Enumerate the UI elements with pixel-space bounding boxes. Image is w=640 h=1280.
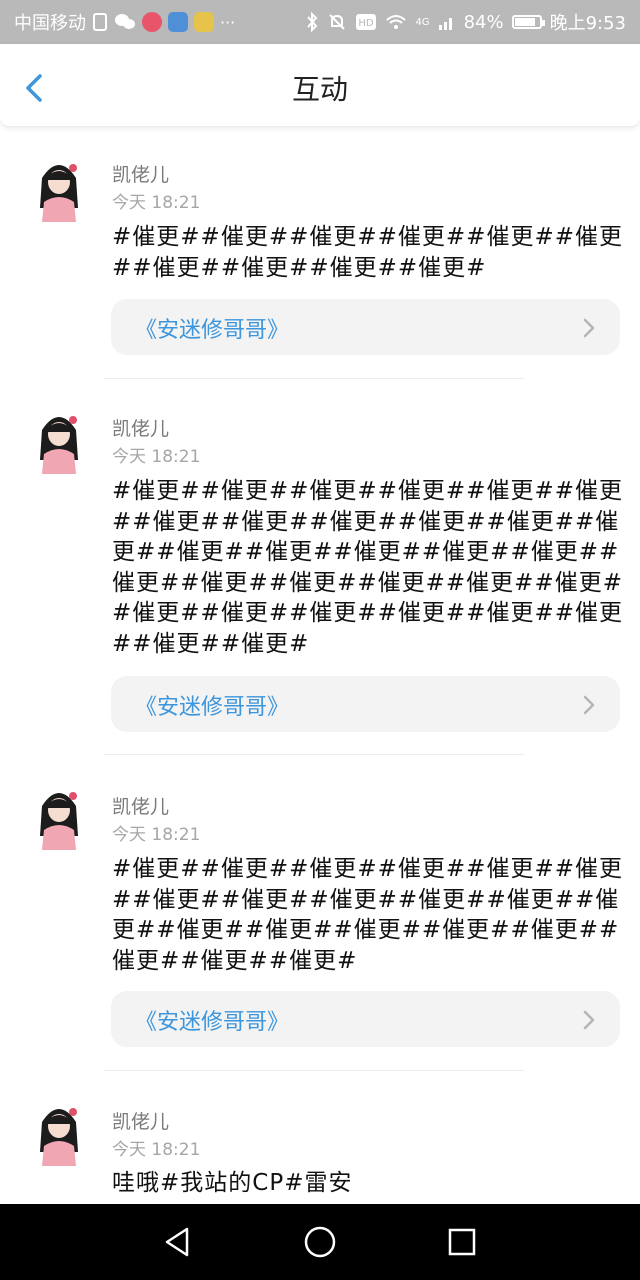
chevron-right-icon [583, 318, 595, 338]
divider [104, 754, 524, 755]
post-timestamp: 今天 18:21 [112, 1140, 201, 1160]
post-username[interactable]: 凯佬儿 [112, 792, 169, 819]
hd-icon: HD [356, 14, 377, 30]
svg-text:HD: HD [359, 18, 375, 29]
sim-icon [93, 13, 107, 31]
mute-icon [329, 14, 346, 30]
app-header: 互动 [0, 44, 640, 126]
signal-icon [438, 18, 452, 30]
battery-percent: 84% [463, 11, 504, 33]
back-triangle-icon[interactable] [160, 1224, 196, 1260]
post-timestamp: 今天 18:21 [112, 825, 201, 845]
divider [104, 1070, 524, 1071]
bluetooth-icon [307, 12, 318, 32]
wifi-icon [386, 15, 407, 29]
app-yellow-icon [194, 12, 214, 32]
more-dots-icon: ··· [220, 12, 236, 32]
book-link-card[interactable]: 《安迷修哥哥》 [111, 991, 620, 1047]
carrier-label: 中国移动 [14, 13, 86, 34]
system-nav-bar [0, 1204, 640, 1280]
post-timestamp: 今天 18:21 [112, 447, 201, 467]
app-red-icon [142, 12, 162, 32]
home-circle-icon[interactable] [302, 1224, 338, 1260]
post-text: 哇哦#我站的CP#雷安 [112, 1170, 353, 1196]
post-username[interactable]: 凯佬儿 [112, 1107, 169, 1134]
page-title: 互动 [291, 73, 348, 106]
chevron-right-icon [583, 1010, 595, 1030]
avatar[interactable] [28, 776, 90, 850]
network-type-label: 4G [415, 16, 430, 28]
avatar[interactable] [28, 148, 90, 222]
post-text: #催更##催更##催更##催更##催更##催更##催更##催更##催更##催更#… [112, 856, 623, 974]
post-timestamp: 今天 18:21 [112, 193, 201, 213]
wechat-icon [115, 14, 135, 29]
divider [104, 378, 524, 379]
app-blue-icon [168, 12, 188, 32]
battery-icon [511, 15, 545, 29]
clock: 晚上9:53 [549, 13, 626, 34]
status-bar: 中国移动 ··· HD 4G 84% 晚上9:53 [0, 0, 640, 44]
book-title: 《安迷修哥哥》 [135, 318, 290, 343]
avatar[interactable] [28, 400, 90, 474]
book-title: 《安迷修哥哥》 [135, 1010, 290, 1035]
post-username[interactable]: 凯佬儿 [112, 414, 169, 441]
avatar[interactable] [28, 1092, 90, 1166]
list-item[interactable]: 凯佬儿 今天 18:21 哇哦#我站的CP#雷安 [0, 1074, 640, 1204]
book-link-card[interactable]: 《安迷修哥哥》 [111, 299, 620, 355]
book-link-card[interactable]: 《安迷修哥哥》 [111, 676, 620, 732]
recents-square-icon[interactable] [444, 1224, 480, 1260]
book-title: 《安迷修哥哥》 [135, 695, 290, 720]
list-item[interactable]: 凯佬儿 今天 18:21 #催更##催更##催更##催更##催更##催更##催更… [0, 382, 640, 758]
post-username[interactable]: 凯佬儿 [112, 160, 169, 187]
list-item[interactable]: 凯佬儿 今天 18:21 #催更##催更##催更##催更##催更##催更##催更… [0, 758, 640, 1074]
post-text: #催更##催更##催更##催更##催更##催更##催更##催更##催更##催更#… [112, 478, 623, 657]
chevron-right-icon [583, 695, 595, 715]
post-text: #催更##催更##催更##催更##催更##催更##催更##催更##催更##催更# [112, 224, 623, 281]
list-item[interactable]: 凯佬儿 今天 18:21 #催更##催更##催更##催更##催更##催更##催更… [0, 130, 640, 380]
